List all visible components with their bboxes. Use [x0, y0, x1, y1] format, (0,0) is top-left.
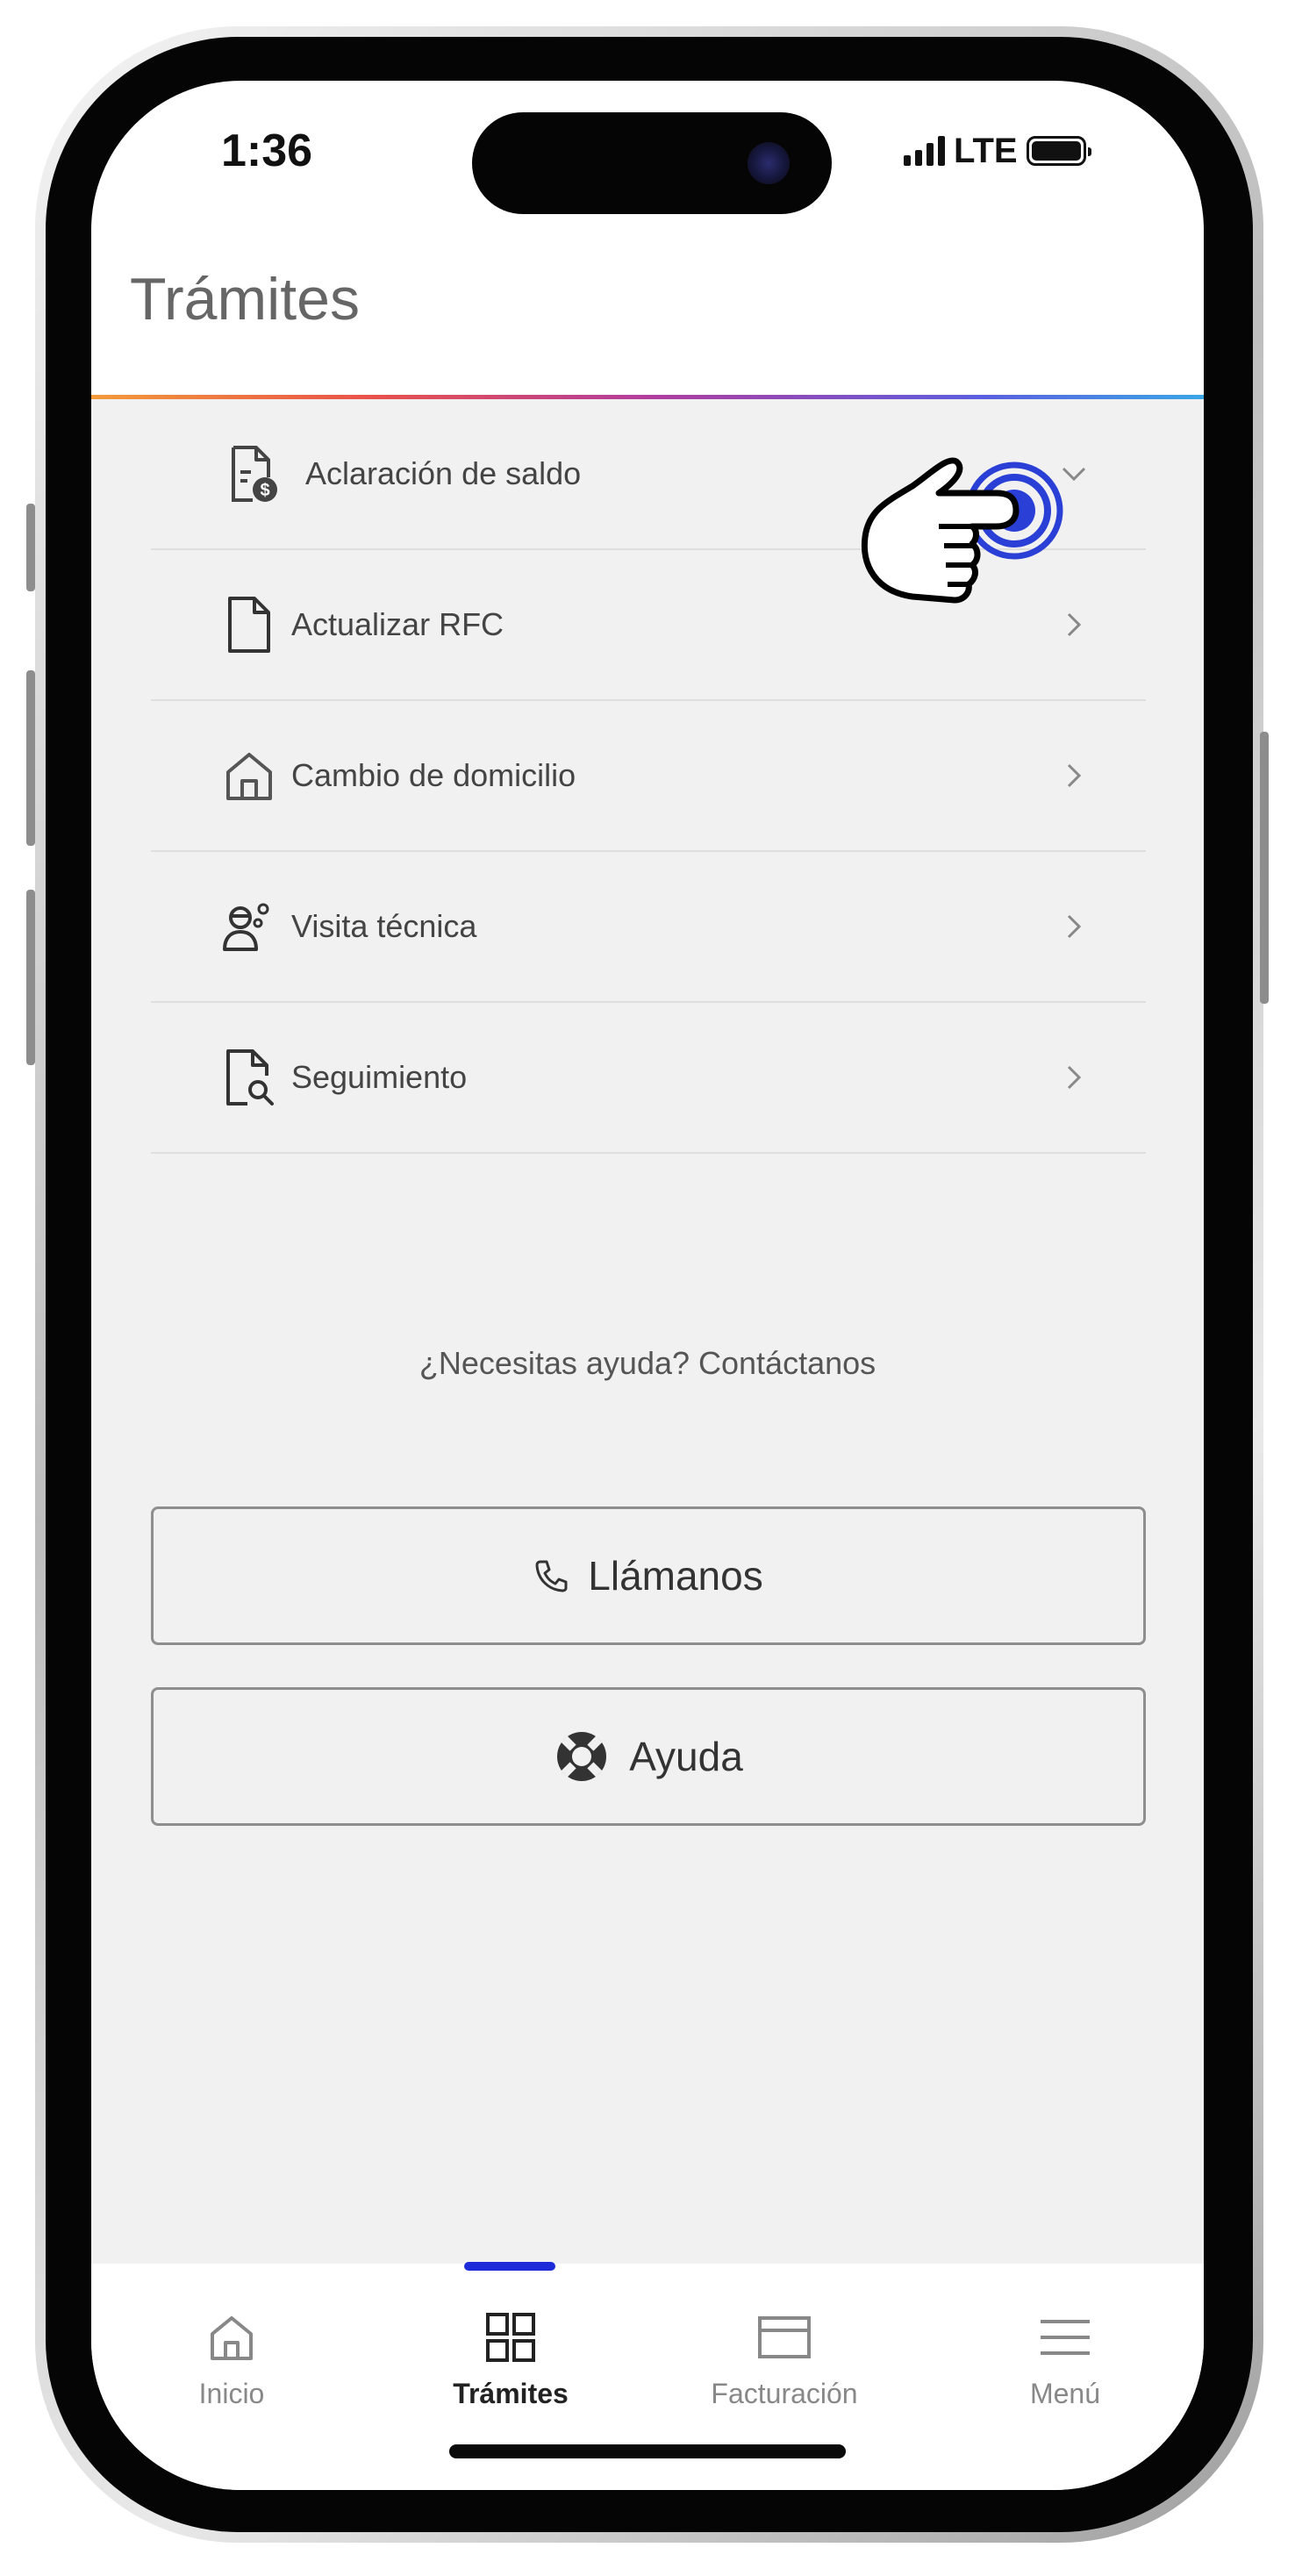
volume-down-button: [26, 890, 35, 1065]
document-icon: [228, 597, 270, 653]
battery-icon: [1026, 136, 1091, 166]
call-button[interactable]: Llámanos: [151, 1506, 1146, 1645]
document-search-icon: [226, 1049, 274, 1106]
document-dollar-icon: $: [232, 446, 277, 502]
list-item-label: Seguimiento: [291, 1059, 468, 1095]
tab-label: Trámites: [453, 2378, 569, 2409]
technician-icon: [223, 903, 269, 951]
home-icon: [211, 2316, 253, 2360]
svg-text:$: $: [260, 481, 269, 500]
list-item-cambio-de-domicilio[interactable]: Cambio de domicilio: [151, 701, 1146, 852]
hamburger-icon: [1041, 2320, 1090, 2355]
volume-up-button: [26, 670, 35, 846]
home-icon: [226, 753, 272, 800]
power-button: [1260, 732, 1269, 1004]
signal-icon: [904, 136, 945, 166]
page-title: Trámites: [130, 266, 360, 333]
chevron-right-icon: [1067, 763, 1082, 788]
tab-menu[interactable]: Menú: [977, 2264, 1153, 2422]
status-time: 1:36: [221, 125, 313, 176]
list-item-seguimiento[interactable]: Seguimiento: [151, 1003, 1146, 1154]
list-item-visita-tecnica[interactable]: Visita técnica: [151, 852, 1146, 1003]
help-prompt: ¿Necesitas ayuda? Contáctanos: [419, 1345, 876, 1381]
home-indicator[interactable]: [449, 2444, 846, 2458]
tap-gesture-hand-icon: [861, 457, 1063, 604]
help-button-label: Ayuda: [629, 1734, 743, 1779]
list-item-label: Aclaración de saldo: [305, 455, 582, 491]
tab-facturacion[interactable]: Facturación: [697, 2264, 872, 2422]
network-label: LTE: [954, 131, 1018, 170]
list-item-label: Actualizar RFC: [291, 606, 504, 642]
chevron-right-icon: [1067, 914, 1082, 939]
tab-label: Inicio: [198, 2378, 265, 2409]
help-button[interactable]: Ayuda: [151, 1687, 1146, 1826]
tab-label: Facturación: [711, 2378, 858, 2409]
lifebuoy-icon: [557, 1732, 607, 1781]
app-screen: 1:36 LTE Trámites $ Aclaración de saldo: [91, 81, 1204, 2490]
camera-icon: [748, 142, 790, 184]
phone-icon: [535, 1560, 568, 1592]
action-button: [26, 504, 35, 591]
card-icon: [758, 2316, 811, 2358]
list-item-label: Visita técnica: [291, 908, 477, 944]
status-indicators: LTE: [904, 131, 1091, 170]
chevron-right-icon: [1067, 1065, 1082, 1090]
main-content: $ Aclaración de saldo Actualizar RFC Cam…: [91, 399, 1204, 2264]
active-tab-indicator: [464, 2262, 555, 2271]
call-button-label: Llámanos: [588, 1553, 763, 1599]
tab-tramites[interactable]: Trámites: [423, 2264, 598, 2422]
grid-icon: [486, 2313, 535, 2362]
tab-inicio[interactable]: Inicio: [144, 2264, 319, 2422]
tab-label: Menú: [1029, 2378, 1101, 2409]
list-item-label: Cambio de domicilio: [291, 757, 576, 793]
